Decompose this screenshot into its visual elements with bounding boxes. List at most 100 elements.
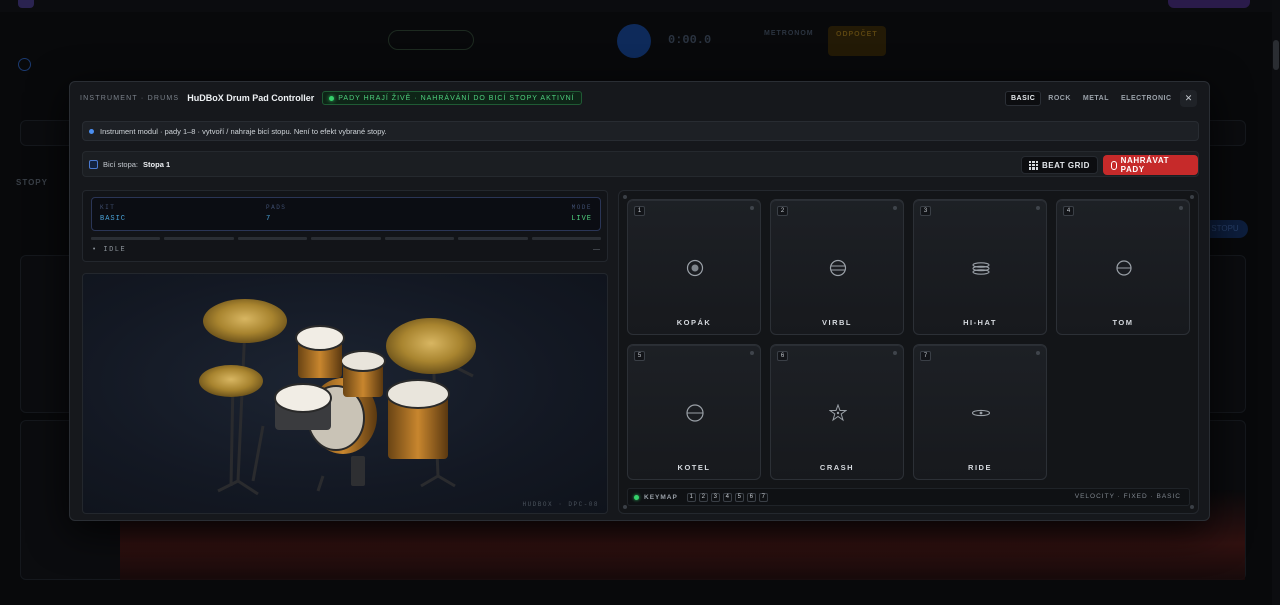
keymap-key: 6 (746, 492, 756, 502)
corner-screw (1190, 505, 1194, 509)
top-bar (0, 0, 1280, 12)
pad-number: 2 (777, 206, 788, 216)
pad-led-icon (1179, 206, 1183, 210)
snare-icon (829, 259, 847, 277)
pads-status: PADS 7 (266, 204, 286, 223)
corner-screw (1190, 195, 1194, 199)
keymap-label: KEYMAP (644, 493, 678, 501)
app-logo (18, 0, 34, 8)
countdown-button[interactable]: ODPOČET (828, 26, 886, 56)
pad-label: VIRBL (822, 318, 852, 327)
floor-tom-icon (686, 404, 704, 422)
drum-pad-modal: INSTRUMENT · DRUMS HuDBoX Drum Pad Contr… (69, 81, 1210, 521)
level-meter (91, 237, 601, 240)
modal-title: HuDBoX Drum Pad Controller (187, 93, 315, 103)
info-bar: Instrument modul · pady 1–8 · vytvoří / … (82, 121, 1199, 141)
track-prefix: Bicí stopa: (103, 159, 139, 169)
metronome-label[interactable]: METRONOM (764, 30, 814, 37)
keymap-key: 1 (686, 492, 696, 502)
mode-status: MODE LIVE (571, 204, 592, 223)
close-button[interactable]: ✕ (1180, 90, 1197, 107)
keymap-key: 7 (758, 492, 768, 502)
pad-number: 5 (634, 351, 645, 361)
kit-status-label: KIT (100, 204, 116, 211)
keymap-key: 4 (722, 492, 732, 502)
live-badge-text: PADY HRAJÍ ŽIVĚ · NAHRÁVÁNÍ DO BICÍ STOP… (338, 94, 575, 102)
track-selector-bar: Bicí stopa: Stopa 1 BEAT GRID NAHRÁVAT P… (82, 151, 1199, 177)
tab-electronic[interactable]: ELECTRONIC (1116, 91, 1177, 106)
kit-caption: HUDBOX · DPC-08 (522, 501, 599, 508)
record-pads-button[interactable]: NAHRÁVAT PADY (1103, 155, 1198, 175)
ride-icon (972, 409, 990, 417)
state-text: IDLE (103, 246, 127, 254)
pad-tom[interactable]: 4 TOM (1056, 199, 1190, 335)
info-dot-icon (89, 128, 94, 134)
pad-ride[interactable]: 7 RIDE (913, 344, 1047, 480)
pad-snare[interactable]: 2 VIRBL (770, 199, 904, 335)
keymap-key: 2 (698, 492, 708, 502)
pad-label: RIDE (968, 463, 992, 472)
keymap-key: 5 (734, 492, 744, 502)
pad-label: KOPÁK (676, 318, 712, 327)
tab-rock[interactable]: ROCK (1043, 91, 1076, 106)
pad-label: TOM (1112, 318, 1134, 327)
pad-number: 1 (634, 206, 645, 216)
microphone-icon (1111, 160, 1117, 170)
keymap-key: 3 (710, 492, 720, 502)
grid-icon (1029, 160, 1038, 170)
pad-kick[interactable]: 1 KOPÁK (627, 199, 761, 335)
record-circle-icon[interactable] (18, 58, 31, 71)
pads-status-value: 7 (266, 215, 272, 223)
track-name[interactable]: Stopa 1 (143, 160, 170, 169)
pad-number: 6 (777, 351, 788, 361)
tom-icon (1116, 260, 1132, 276)
drum-track-icon (89, 159, 98, 169)
pad-hihat[interactable]: 3 HI-HAT (913, 199, 1047, 335)
record-label: NAHRÁVAT PADY (1120, 156, 1170, 174)
pad-number: 4 (1063, 206, 1074, 216)
keymap-bar: KEYMAP 1 2 3 4 5 6 7 VELOCITY · FIXED · … (627, 488, 1190, 506)
pad-number: 3 (920, 206, 931, 216)
tab-basic[interactable]: BASIC (1005, 91, 1042, 106)
pad-led-icon (750, 206, 754, 210)
velocity-info: VELOCITY · FIXED · BASIC (1074, 493, 1181, 500)
corner-screw (623, 195, 627, 199)
kit-tabs: BASIC ROCK METAL ELECTRONIC (1005, 91, 1177, 106)
kick-icon (686, 259, 704, 277)
drum-kit-view: HUDBOX · DPC-08 (82, 273, 608, 514)
beat-grid-button[interactable]: BEAT GRID (1021, 156, 1098, 174)
pad-led-icon (1036, 206, 1040, 210)
pad-led-icon (893, 206, 897, 210)
pad-floor-tom[interactable]: 5 KOTEL (627, 344, 761, 480)
play-button[interactable] (617, 24, 651, 58)
pad-number: 7 (920, 351, 931, 361)
pad-crash[interactable]: 6 CRASH (770, 344, 904, 480)
page-scrollbar[interactable] (1272, 0, 1280, 605)
pad-label: HI-HAT (963, 318, 997, 327)
scrollbar-thumb[interactable] (1273, 40, 1279, 70)
pads-status-label: PADS (266, 204, 287, 211)
time-display: 0:00.0 (668, 33, 712, 47)
live-status-badge: PADY HRAJÍ ŽIVĚ · NAHRÁVÁNÍ DO BICÍ STOP… (322, 91, 582, 105)
kit-status: KIT BASIC (100, 204, 126, 223)
status-display: KIT BASIC PADS 7 MODE LIVE (91, 197, 601, 231)
pad-led-icon (893, 351, 897, 355)
transport-pill[interactable] (388, 30, 474, 50)
countdown-label: ODPOČET (836, 31, 878, 38)
tab-metal[interactable]: METAL (1078, 91, 1114, 106)
drum-kit-illustration (199, 299, 476, 496)
state-indicator: • IDLE (92, 246, 127, 254)
corner-screw (623, 505, 627, 509)
tracks-heading: STOPY (16, 178, 48, 187)
info-text: Instrument modul · pady 1–8 · vytvoří / … (100, 126, 387, 136)
pad-label: CRASH (819, 463, 855, 472)
beat-grid-label: BEAT GRID (1042, 160, 1090, 170)
pad-label: KOTEL (677, 463, 711, 472)
crash-icon (829, 404, 847, 422)
state-dash: — (593, 246, 600, 253)
hihat-icon (972, 262, 990, 275)
pad-grid-panel: 1 KOPÁK 2 VIRBL 3 HI-HAT 4 TOM 5 KOTEL 6… (618, 190, 1199, 514)
kit-status-value: BASIC (100, 215, 127, 223)
account-button[interactable] (1168, 0, 1250, 8)
live-dot-icon (329, 95, 335, 101)
